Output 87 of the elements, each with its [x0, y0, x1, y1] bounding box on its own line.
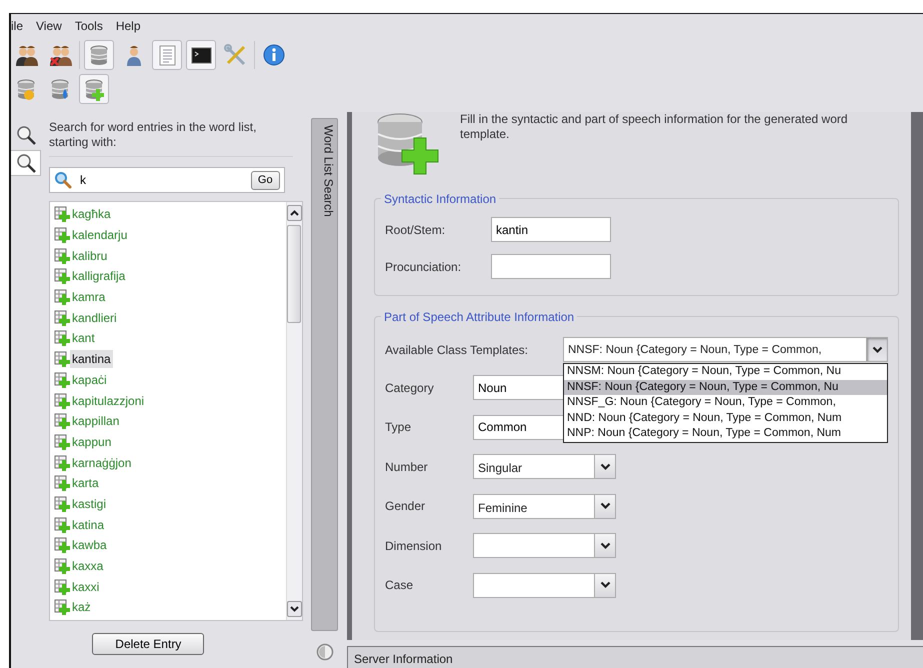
search-icon[interactable]	[11, 150, 41, 176]
terminal-icon[interactable]	[186, 40, 216, 70]
word-entry[interactable]: kappillan	[70, 412, 122, 430]
entry-add-icon	[54, 599, 70, 616]
word-entry[interactable]: kaxxa	[70, 557, 106, 576]
menu-item[interactable]: View	[36, 17, 69, 35]
entry-add-icon	[54, 289, 70, 306]
caret-icon	[600, 581, 610, 590]
word-entry[interactable]: kant	[70, 329, 97, 348]
entry-add-icon	[54, 372, 70, 388]
dropdown-field[interactable]	[473, 533, 616, 558]
word-entry[interactable]: kalligrafija	[70, 267, 128, 286]
entry-add-icon	[54, 413, 70, 430]
search-field[interactable]: k Go	[49, 167, 285, 193]
dropdown-option[interactable]: NNSF: Noun {Category = Noun, Type = Common, Nu	[564, 380, 887, 396]
entry-add-icon	[54, 310, 70, 326]
word-entry[interactable]: kastigi	[70, 494, 108, 513]
word-entry[interactable]: kandlieri	[70, 308, 119, 327]
dropdown-button[interactable]	[594, 534, 615, 558]
go-button[interactable]: Go	[250, 170, 280, 190]
field-label: Case	[385, 577, 414, 594]
dropdown-field[interactable]: Feminine	[473, 494, 616, 519]
menu-item[interactable]: Help	[116, 17, 148, 35]
entry-add-icon	[54, 537, 70, 554]
dropdown-button[interactable]	[594, 574, 615, 597]
delete-entry-button[interactable]: Delete Entry	[92, 633, 204, 655]
entry-add-icon	[54, 268, 70, 284]
word-entry[interactable]: kamra	[70, 288, 108, 306]
database-icon[interactable]	[84, 40, 114, 70]
caret-icon	[600, 502, 610, 510]
field-label: Type	[385, 419, 412, 436]
entry-add-icon	[54, 392, 70, 409]
caret-icon	[600, 462, 610, 471]
word-entry[interactable]: kalibru	[70, 246, 110, 265]
scroll-down-icon[interactable]	[286, 601, 302, 617]
text-field[interactable]	[491, 254, 611, 279]
entry-add-icon	[54, 227, 70, 244]
word-entry[interactable]: kawba	[70, 536, 109, 554]
entry-add-icon	[54, 206, 70, 222]
search-description: Search for word entries in the word list, starting with:	[49, 120, 293, 157]
entry-add-icon	[54, 248, 70, 264]
scroll-thumb[interactable]	[286, 225, 301, 323]
word-entry[interactable]: kalendarju	[70, 226, 130, 244]
dropdown-field[interactable]	[473, 572, 616, 598]
word-entry[interactable]: kantina	[70, 350, 113, 368]
word-entry[interactable]: kapitulazzjoni	[70, 392, 146, 410]
word-entry[interactable]: karta	[70, 474, 101, 492]
field-label: Root/Stem:	[385, 222, 446, 238]
menu-item[interactable]: Tools	[74, 17, 110, 35]
dropdown-field[interactable]: Singular	[473, 454, 616, 480]
server-information-panel[interactable]: Server Information	[347, 646, 923, 668]
entry-add-icon	[54, 434, 70, 450]
entry-add-icon	[54, 351, 70, 368]
word-entry[interactable]: kaxxi	[70, 578, 102, 596]
field-label: Gender	[385, 498, 426, 516]
dropdown-button[interactable]	[866, 338, 887, 361]
caret-icon	[600, 542, 610, 550]
entry-add-icon	[54, 496, 70, 512]
dropdown-button[interactable]	[594, 455, 615, 478]
side-tab[interactable]: Word List Search	[311, 118, 338, 631]
field-label: Available Class Templates:	[385, 342, 529, 358]
word-entry[interactable]: katina	[70, 516, 106, 534]
entry-add-icon	[54, 454, 70, 471]
template-dropdown[interactable]: NNSF: Noun {Category = Noun, Type = Common,	[563, 337, 888, 362]
caret-icon	[872, 346, 882, 354]
text-field[interactable]: kantin	[491, 217, 611, 242]
word-entry[interactable]: karnaġġjon	[70, 454, 134, 472]
field-label: Procunciation:	[385, 258, 462, 276]
instruction-text: Fill in the syntactic and part of speech information for the generated word template.	[460, 112, 849, 143]
scrollbar[interactable]	[286, 202, 302, 620]
scroll-up-icon[interactable]	[286, 205, 302, 221]
collapse-icon[interactable]	[316, 643, 334, 661]
search-icon	[54, 171, 72, 189]
field-label: Dimension	[385, 538, 443, 555]
entry-add-icon	[54, 516, 70, 533]
word-entry[interactable]: kapaċi	[70, 370, 109, 389]
entry-add-icon	[54, 578, 70, 595]
entry-add-icon	[54, 475, 70, 492]
entry-add-icon	[54, 330, 70, 346]
field-label: Category	[385, 380, 435, 397]
word-entry[interactable]: każ	[70, 598, 93, 616]
entry-add-icon	[54, 558, 70, 574]
menu-item[interactable]: ile	[11, 17, 30, 35]
field-label: Number	[385, 458, 429, 476]
word-entry[interactable]: kappun	[70, 432, 114, 451]
dropdown-button[interactable]	[594, 494, 615, 518]
word-entry[interactable]: kagħka	[70, 205, 113, 224]
